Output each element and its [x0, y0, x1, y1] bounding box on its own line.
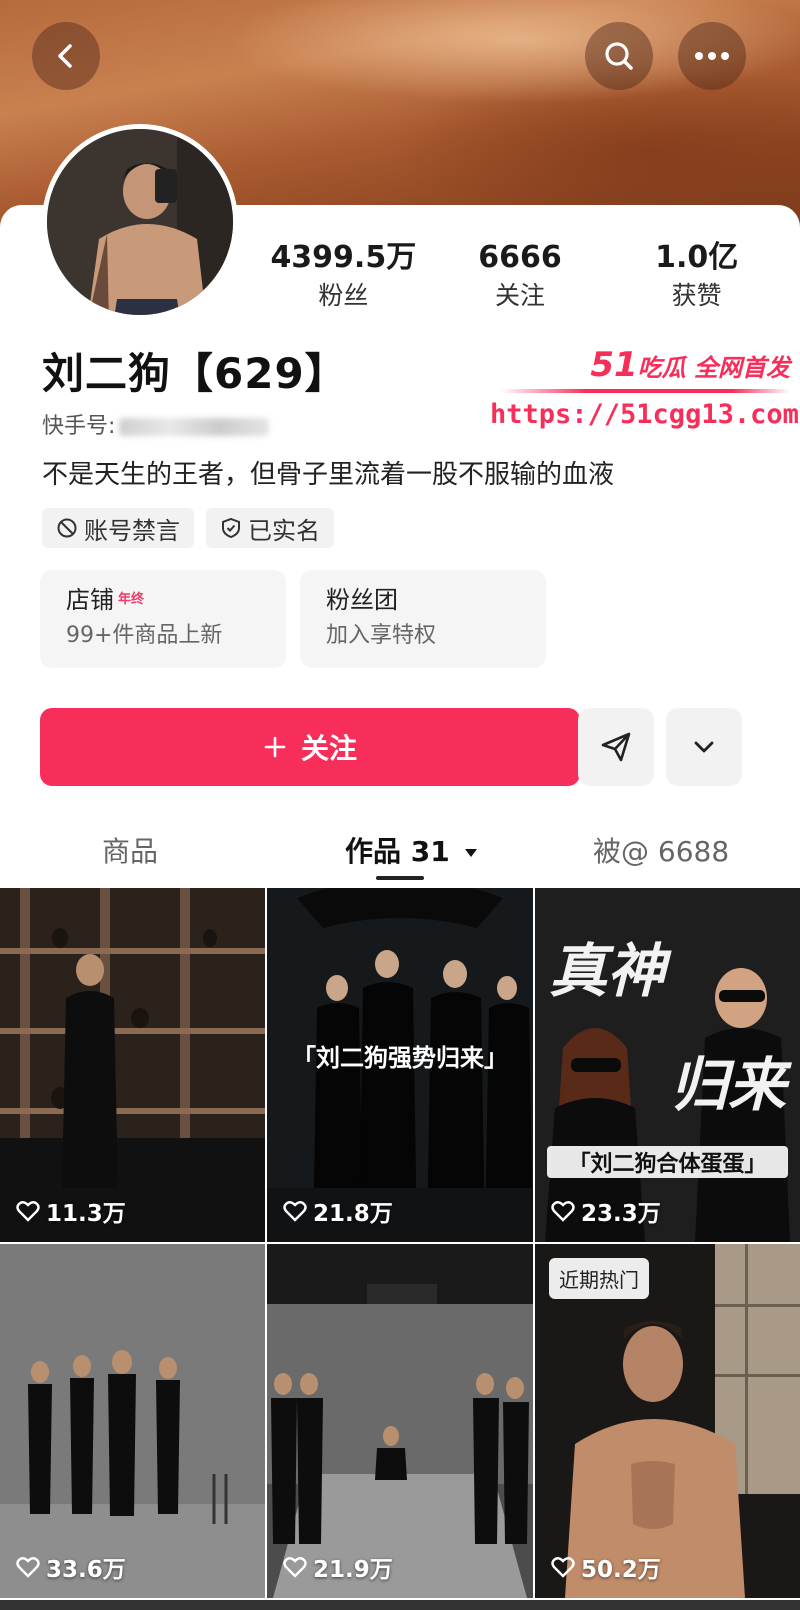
profile-name: 刘二狗【629】: [42, 349, 348, 398]
chevron-down-icon: [694, 741, 714, 753]
watermark-bar: [500, 389, 790, 393]
profile-tags: 账号禁言 已实名: [42, 508, 334, 548]
video-thumbnail: [267, 1244, 533, 1598]
tag-label: 已实名: [248, 516, 320, 545]
stat-likes[interactable]: 1.0亿 获赞: [608, 240, 785, 320]
like-value: 50.2万: [581, 1557, 661, 1583]
more-dots-icon: [695, 52, 729, 60]
stat-value: 4399.5万: [270, 240, 417, 275]
shop-title: 店铺: [66, 586, 114, 614]
video-tile[interactable]: 11.3万: [0, 888, 265, 1242]
tag-label: 账号禁言: [84, 516, 180, 545]
profile-cards: 店铺 年终 99+件商品上新 粉丝团 加入享特权: [40, 570, 546, 668]
video-tile[interactable]: 「刘二狗强势归来」 21.8万: [267, 888, 533, 1242]
video-tile[interactable]: 真神 归来 「刘二狗合体蛋蛋」 23.3万: [535, 888, 800, 1242]
tab-works-label: 作品 31: [345, 835, 450, 868]
tab-indicator: [376, 876, 424, 880]
chevron-left-icon: [58, 44, 72, 68]
tab-mentions[interactable]: 被@ 6688: [593, 830, 729, 870]
heart-icon: [283, 1201, 307, 1222]
stat-label: 关注: [495, 281, 546, 310]
more-button[interactable]: [678, 22, 746, 90]
video-thumbnail: [0, 888, 265, 1242]
video-tile[interactable]: 33.6万: [0, 1244, 265, 1598]
like-count: 50.2万: [551, 1550, 661, 1584]
watermark-url: https://51cgg13.com: [490, 399, 799, 430]
like-value: 11.3万: [46, 1201, 126, 1227]
follow-label: 关注: [300, 732, 357, 765]
user-id-redacted: [119, 418, 270, 436]
fan-club-subtitle: 加入享特权: [326, 623, 437, 648]
like-value: 23.3万: [581, 1201, 661, 1227]
like-value: 21.9万: [313, 1557, 393, 1583]
stat-followers[interactable]: 4399.5万 粉丝: [255, 240, 432, 320]
watermark-brand: 51: [590, 345, 638, 385]
user-id-label: 快手号:: [42, 414, 116, 439]
next-row-peek: [0, 1600, 800, 1610]
shop-badge: 年终: [118, 592, 145, 607]
profile-bio: 不是天生的王者，但骨子里流着一股不服输的血液: [42, 460, 615, 490]
stat-label: 获赞: [671, 281, 722, 310]
like-count: 21.8万: [283, 1194, 393, 1228]
back-button[interactable]: [32, 22, 100, 90]
search-button[interactable]: [585, 22, 653, 90]
tab-works[interactable]: 作品 31: [345, 830, 479, 870]
video-tile[interactable]: 近期热门 50.2万: [535, 1244, 800, 1598]
tab-products[interactable]: 商品: [102, 830, 158, 870]
heart-icon: [283, 1557, 307, 1578]
caret-down-icon: [465, 849, 478, 857]
user-id: 快手号:: [42, 408, 270, 440]
heart-icon: [551, 1557, 575, 1578]
fan-club-title: 粉丝团: [326, 586, 398, 614]
video-title-bottom: 归来: [669, 1051, 786, 1119]
stat-value: 1.0亿: [655, 240, 739, 275]
stat-label: 粉丝: [318, 281, 369, 310]
video-caption: 「刘二狗强势归来」: [292, 1044, 508, 1072]
follow-button[interactable]: 关注: [40, 708, 580, 786]
video-thumbnail: [0, 1244, 265, 1598]
like-value: 33.6万: [46, 1557, 126, 1583]
tag-verified: 已实名: [206, 508, 334, 548]
stat-value: 6666: [478, 240, 562, 275]
avatar[interactable]: [42, 124, 238, 320]
shop-card[interactable]: 店铺 年终 99+件商品上新: [40, 570, 286, 668]
hot-badge: 近期热门: [549, 1258, 649, 1299]
fan-club-card[interactable]: 粉丝团 加入享特权: [300, 570, 546, 668]
heart-icon: [551, 1201, 575, 1222]
video-caption: 「刘二狗合体蛋蛋」: [547, 1146, 788, 1178]
send-icon: [601, 732, 631, 762]
profile-stats: 4399.5万 粉丝 6666 关注 1.0亿 获赞: [255, 240, 785, 320]
like-count: 11.3万: [16, 1194, 126, 1228]
shield-check-icon: [222, 517, 240, 539]
heart-icon: [16, 1201, 40, 1222]
shop-subtitle: 99+件商品上新: [66, 623, 223, 648]
video-tile[interactable]: 21.9万: [267, 1244, 533, 1598]
like-value: 21.8万: [313, 1201, 393, 1227]
video-grid: 11.3万 「刘二狗强势归来」 21.8万 真神 归来 「刘二狗合体蛋蛋」 23…: [0, 888, 800, 1598]
like-count: 33.6万: [16, 1550, 126, 1584]
video-title-top: 真神: [549, 937, 666, 1005]
watermark: 51吃瓜 全网首发 https://51cgg13.com: [490, 345, 799, 430]
stat-following[interactable]: 6666 关注: [432, 240, 609, 320]
message-button[interactable]: [578, 708, 654, 786]
like-count: 21.9万: [283, 1550, 393, 1584]
tag-muted: 账号禁言: [42, 508, 194, 548]
more-options-button[interactable]: [666, 708, 742, 786]
watermark-tagline: 吃瓜 全网首发: [637, 354, 790, 382]
search-icon: [605, 42, 633, 70]
plus-icon: [264, 736, 286, 758]
ban-icon: [57, 518, 77, 538]
like-count: 23.3万: [551, 1194, 661, 1228]
heart-icon: [16, 1557, 40, 1578]
